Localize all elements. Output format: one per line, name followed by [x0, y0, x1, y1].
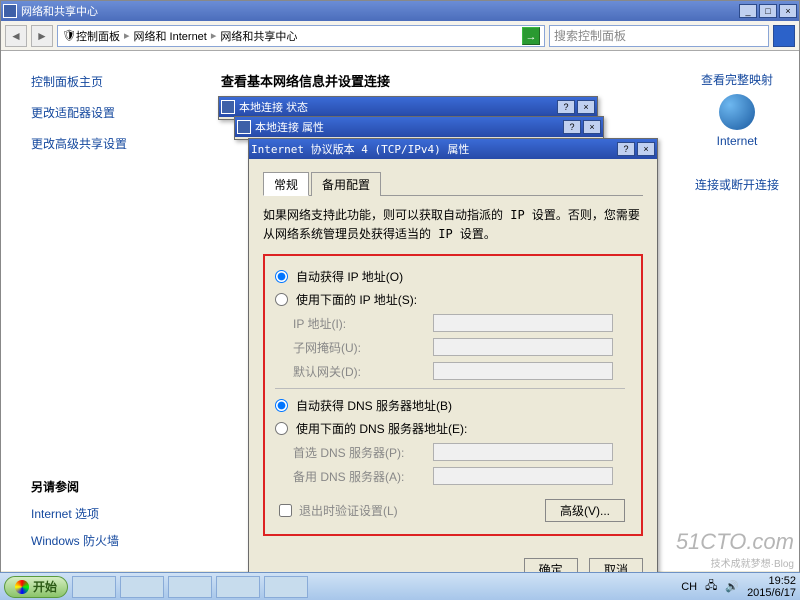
window-title: 网络和共享中心: [21, 3, 739, 19]
forward-button[interactable]: ►: [31, 25, 53, 47]
taskbar-item[interactable]: [264, 576, 308, 598]
description-text: 如果网络支持此功能，则可以获取自动指派的 IP 设置。否则，您需要从网络系统管理…: [263, 206, 643, 244]
search-button[interactable]: [773, 25, 795, 47]
nav-toolbar: ◄ ► 🛡 控制面板 ▸ 网络和 Internet ▸ 网络和共享中心 → 搜索…: [1, 21, 799, 51]
sidebar-sharing-settings-link[interactable]: 更改高级共享设置: [31, 135, 201, 152]
alternate-dns-label: 备用 DNS 服务器(A):: [293, 468, 433, 485]
refresh-button[interactable]: →: [522, 27, 540, 45]
radio-manual-ip-label: 使用下面的 IP 地址(S):: [296, 291, 417, 308]
preferred-dns-label: 首选 DNS 服务器(P):: [293, 444, 433, 461]
gateway-label: 默认网关(D):: [293, 363, 433, 380]
preferred-dns-input: [433, 443, 613, 461]
settings-group: 自动获得 IP 地址(O) 使用下面的 IP 地址(S): IP 地址(I): …: [263, 254, 643, 536]
dialog-props-titlebar[interactable]: 本地连接 属性 ?×: [235, 117, 603, 137]
address-bar[interactable]: 🛡 控制面板 ▸ 网络和 Internet ▸ 网络和共享中心 →: [57, 25, 545, 47]
alternate-dns-input: [433, 467, 613, 485]
ip-address-label: IP 地址(I):: [293, 315, 433, 332]
system-tray: CH 🖧 🔊 19:52 2015/6/17: [681, 575, 796, 599]
window-icon: [3, 4, 17, 18]
breadcrumb-item[interactable]: 网络和 Internet: [134, 28, 207, 44]
explorer-titlebar[interactable]: 网络和共享中心 _ □ ×: [1, 1, 799, 21]
tab-alternate[interactable]: 备用配置: [311, 172, 381, 196]
maximize-button[interactable]: □: [759, 4, 777, 18]
network-map-column: 查看完整映射 Internet 连接或断开连接: [695, 71, 779, 193]
tray-sound-icon[interactable]: 🔊: [725, 580, 739, 593]
breadcrumb-item[interactable]: 网络和共享中心: [220, 28, 297, 44]
taskbar: 开始 CH 🖧 🔊 19:52 2015/6/17: [0, 572, 800, 600]
close-button[interactable]: ×: [583, 120, 601, 134]
dialog-body: 常规 备用配置 如果网络支持此功能，则可以获取自动指派的 IP 设置。否则，您需…: [249, 159, 657, 552]
radio-auto-ip-label: 自动获得 IP 地址(O): [296, 268, 403, 285]
internet-label: Internet: [695, 134, 779, 148]
also-see-title: 另请参阅: [31, 478, 119, 495]
connect-disconnect-link[interactable]: 连接或断开连接: [695, 176, 779, 193]
radio-manual-dns[interactable]: [275, 422, 288, 435]
gateway-input: [433, 362, 613, 380]
dialog-tcpip-titlebar[interactable]: Internet 协议版本 4 (TCP/IPv4) 属性 ?×: [249, 139, 657, 159]
start-button[interactable]: 开始: [4, 576, 68, 598]
taskbar-item[interactable]: [216, 576, 260, 598]
also-see-internet-options[interactable]: Internet 选项: [31, 505, 119, 522]
dialog-icon: [221, 100, 235, 114]
tab-general[interactable]: 常规: [263, 172, 309, 196]
help-button[interactable]: ?: [563, 120, 581, 134]
radio-manual-dns-label: 使用下面的 DNS 服务器地址(E):: [296, 420, 467, 437]
language-indicator[interactable]: CH: [681, 581, 697, 593]
back-button[interactable]: ◄: [5, 25, 27, 47]
full-map-link[interactable]: 查看完整映射: [695, 71, 779, 88]
subnet-mask-input: [433, 338, 613, 356]
radio-auto-dns[interactable]: [275, 399, 288, 412]
close-button[interactable]: ×: [637, 142, 655, 156]
ip-address-input: [433, 314, 613, 332]
breadcrumb-item[interactable]: 控制面板: [76, 28, 120, 44]
dialog-tcpip-properties: Internet 协议版本 4 (TCP/IPv4) 属性 ?× 常规 备用配置…: [248, 138, 658, 592]
dialog-status-titlebar[interactable]: 本地连接 状态 ?×: [219, 97, 597, 117]
breadcrumb-icon: 🛡: [62, 29, 76, 42]
dialog-connection-properties: 本地连接 属性 ?×: [234, 116, 604, 140]
advanced-button[interactable]: 高级(V)...: [545, 499, 625, 522]
help-button[interactable]: ?: [557, 100, 575, 114]
search-input[interactable]: 搜索控制面板: [549, 25, 769, 47]
tray-network-icon[interactable]: 🖧: [705, 577, 717, 596]
close-button[interactable]: ×: [779, 4, 797, 18]
help-button[interactable]: ?: [617, 142, 635, 156]
subnet-mask-label: 子网掩码(U):: [293, 339, 433, 356]
also-see-windows-firewall[interactable]: Windows 防火墙: [31, 532, 119, 549]
clock-time[interactable]: 19:52: [747, 575, 796, 587]
radio-auto-dns-label: 自动获得 DNS 服务器地址(B): [296, 397, 452, 414]
radio-auto-ip[interactable]: [275, 270, 288, 283]
clock-date[interactable]: 2015/6/17: [747, 587, 796, 599]
validate-on-exit-checkbox[interactable]: [279, 504, 292, 517]
also-see-section: 另请参阅 Internet 选项 Windows 防火墙: [31, 478, 119, 559]
minimize-button[interactable]: _: [739, 4, 757, 18]
sidebar-home-link[interactable]: 控制面板主页: [31, 73, 201, 90]
sidebar-adapter-settings-link[interactable]: 更改适配器设置: [31, 104, 201, 121]
taskbar-item[interactable]: [120, 576, 164, 598]
dialog-icon: [237, 120, 251, 134]
tab-strip: 常规 备用配置: [263, 171, 643, 196]
windows-orb-icon: [15, 580, 29, 594]
taskbar-item[interactable]: [168, 576, 212, 598]
validate-on-exit-label: 退出时验证设置(L): [299, 502, 398, 519]
close-button[interactable]: ×: [577, 100, 595, 114]
taskbar-item[interactable]: [72, 576, 116, 598]
divider: [275, 388, 625, 389]
radio-manual-ip[interactable]: [275, 293, 288, 306]
internet-globe-icon: [719, 94, 755, 130]
